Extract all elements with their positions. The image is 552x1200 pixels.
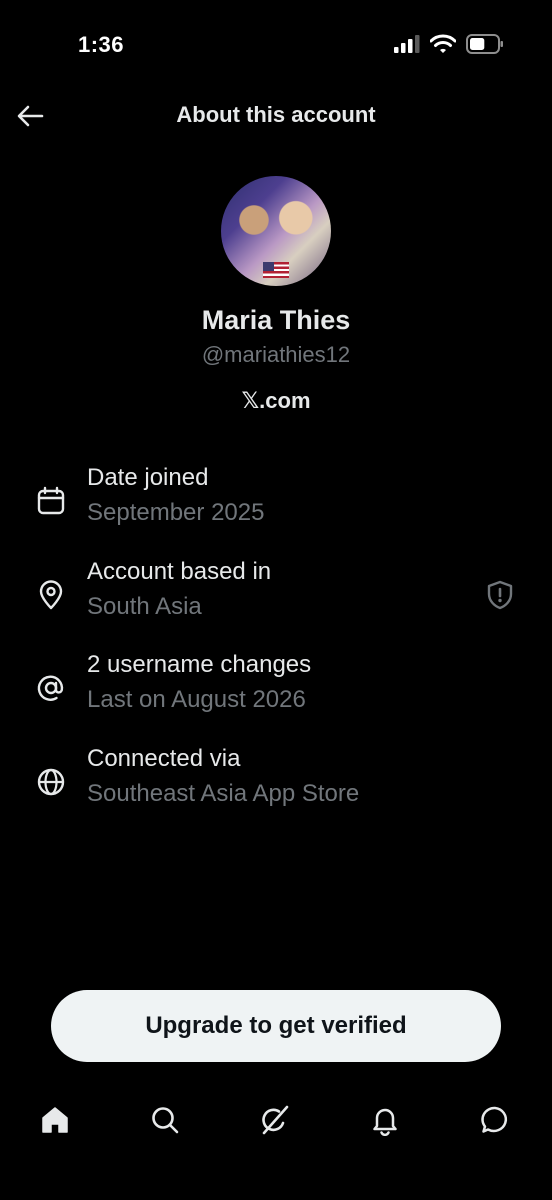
info-value: South Asia [87, 593, 202, 620]
info-row-connected-via: Connected via Southeast Asia App Store [0, 745, 552, 825]
info-value: September 2025 [87, 499, 265, 526]
info-value: Last on August 2026 [87, 686, 306, 713]
info-row-account-based-in: Account based in South Asia [0, 558, 552, 638]
site-label: 𝕏.com [241, 388, 311, 413]
info-value: Southeast Asia App Store [87, 780, 360, 807]
info-title: Account based in [87, 558, 272, 585]
grok-icon [262, 1105, 289, 1135]
globe-icon [37, 768, 65, 796]
status-icons [394, 34, 504, 54]
page-title: About this account [176, 102, 376, 127]
cellular-signal-icon [394, 35, 420, 53]
battery-icon [466, 34, 503, 54]
upgrade-verified-button[interactable]: Upgrade to get verified [51, 990, 501, 1062]
tab-search[interactable] [137, 1092, 193, 1148]
tab-grok[interactable] [247, 1092, 303, 1148]
status-bar: 1:36 [0, 0, 552, 90]
search-icon [152, 1107, 179, 1134]
info-title: Date joined [87, 464, 209, 491]
tab-home[interactable] [27, 1092, 83, 1148]
at-sign-icon [37, 675, 64, 701]
shield-alert-icon[interactable] [486, 580, 514, 610]
display-name: Maria Thies [201, 305, 351, 335]
location-pin-icon [39, 580, 63, 610]
messages-icon [481, 1106, 508, 1133]
tab-notifications[interactable] [357, 1092, 413, 1148]
wifi-icon [430, 34, 456, 53]
avatar[interactable] [221, 176, 331, 286]
info-row-username-changes: 2 username changes Last on August 2026 [0, 651, 552, 731]
home-icon [42, 1107, 68, 1133]
info-title: 2 username changes [87, 651, 312, 678]
info-row-date-joined: Date joined September 2025 [0, 464, 552, 544]
info-title: Connected via [87, 745, 241, 772]
username-handle: @mariathies12 [201, 342, 351, 367]
bottom-tab-bar [0, 1092, 552, 1148]
status-time: 1:36 [78, 32, 125, 57]
notifications-bell-icon [373, 1108, 397, 1136]
calendar-icon [37, 486, 65, 515]
us-flag-emoji-icon [263, 262, 289, 278]
page-header: About this account [0, 92, 552, 140]
tab-messages[interactable] [467, 1092, 523, 1148]
